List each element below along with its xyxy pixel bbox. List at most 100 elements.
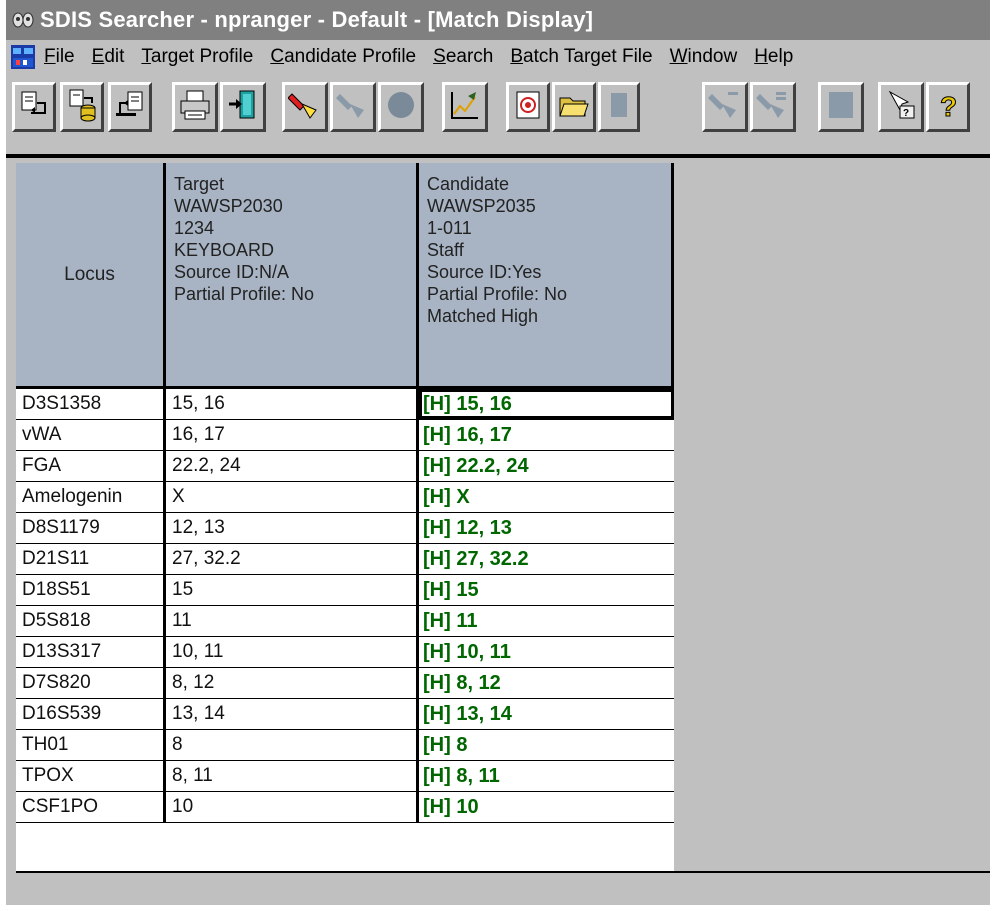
batch-search-disabled-button[interactable] — [702, 82, 748, 132]
table-row[interactable]: D3S1358 15, 16 [H] 15, 16 — [16, 389, 674, 420]
match-grid: Locus Target WAWSP2030 1234 KEYBOARD Sou… — [16, 163, 674, 871]
locus-cell[interactable]: FGA — [16, 451, 166, 481]
target-allele-cell[interactable]: 10, 11 — [166, 637, 419, 667]
target-allele-cell[interactable]: 8, 11 — [166, 761, 419, 791]
candidate-allele-cell[interactable]: [H] 8 — [419, 730, 674, 760]
locus-cell[interactable]: D13S317 — [16, 637, 166, 667]
batch-search2-disabled-button[interactable] — [750, 82, 796, 132]
target-allele-cell[interactable]: 11 — [166, 606, 419, 636]
circle-disabled-button[interactable] — [378, 82, 424, 132]
blank-disabled-button[interactable] — [598, 82, 640, 132]
export-button[interactable] — [108, 82, 152, 132]
title-bar[interactable]: SDIS Searcher - npranger - Default - [Ma… — [6, 0, 990, 40]
pointer-help-icon: ? — [884, 88, 918, 127]
candidate-allele-cell[interactable]: [H] 16, 17 — [419, 420, 674, 450]
locus-cell[interactable]: D8S1179 — [16, 513, 166, 543]
target-allele-cell[interactable]: 8, 12 — [166, 668, 419, 698]
target-allele-cell[interactable]: 22.2, 24 — [166, 451, 419, 481]
candidate-allele-cell[interactable]: [H] 8, 11 — [419, 761, 674, 791]
locus-cell[interactable]: Amelogenin — [16, 482, 166, 512]
page-disabled-icon — [825, 89, 857, 126]
blank-disabled-icon — [606, 90, 632, 125]
open-folder-button[interactable] — [552, 82, 596, 132]
search-flashlight-disabled-button[interactable] — [330, 82, 376, 132]
table-row[interactable]: TPOX 8, 11 [H] 8, 11 — [16, 761, 674, 792]
table-row[interactable]: TH01 8 [H] 8 — [16, 730, 674, 761]
exit-door-icon — [226, 88, 260, 127]
table-row[interactable]: Amelogenin X [H] X — [16, 482, 674, 513]
locus-cell[interactable]: TPOX — [16, 761, 166, 791]
candidate-allele-cell[interactable]: [H] 12, 13 — [419, 513, 674, 543]
target-allele-cell[interactable]: 15, 16 — [166, 389, 419, 419]
table-row[interactable]: D16S539 13, 14 [H] 13, 14 — [16, 699, 674, 730]
search-flashlight-button[interactable] — [282, 82, 328, 132]
candidate-allele-cell[interactable]: [H] 10 — [419, 792, 674, 822]
import-database-button[interactable] — [60, 82, 104, 132]
import-target-button[interactable] — [12, 82, 56, 132]
candidate-allele-cell[interactable]: [H] 22.2, 24 — [419, 451, 674, 481]
locus-column-header[interactable]: Locus — [16, 163, 166, 389]
target-allele-cell[interactable]: 27, 32.2 — [166, 544, 419, 574]
workspace-bottom — [16, 871, 990, 905]
locus-cell[interactable]: D5S818 — [16, 606, 166, 636]
candidate-allele-cell[interactable]: [H] 11 — [419, 606, 674, 636]
table-row[interactable]: D21S11 27, 32.2 [H] 27, 32.2 — [16, 544, 674, 575]
locus-cell[interactable]: vWA — [16, 420, 166, 450]
table-row[interactable]: D13S317 10, 11 [H] 10, 11 — [16, 637, 674, 668]
candidate-allele-cell[interactable]: [H] 13, 14 — [419, 699, 674, 729]
target-allele-cell[interactable]: 15 — [166, 575, 419, 605]
menu-target-profile[interactable]: Target Profile — [141, 46, 253, 68]
target-allele-cell[interactable]: 13, 14 — [166, 699, 419, 729]
table-row[interactable]: D5S818 11 [H] 11 — [16, 606, 674, 637]
target-allele-cell[interactable]: 8 — [166, 730, 419, 760]
table-row[interactable]: vWA 16, 17 [H] 16, 17 — [16, 420, 674, 451]
candidate-column-header[interactable]: Candidate WAWSP2035 1-011 Staff Source I… — [419, 163, 674, 389]
menu-help[interactable]: Help — [754, 46, 793, 68]
candidate-allele-cell[interactable]: [H] 8, 12 — [419, 668, 674, 698]
app-logo-icon — [12, 9, 34, 31]
candidate-allele-cell[interactable]: [H] X — [419, 482, 674, 512]
candidate-allele-cell[interactable]: [H] 15 — [419, 575, 674, 605]
help-button[interactable]: ? — [926, 82, 970, 132]
menu-candidate-profile[interactable]: Candidate Profile — [270, 46, 416, 68]
locus-cell[interactable]: D16S539 — [16, 699, 166, 729]
table-row[interactable]: D18S51 15 [H] 15 — [16, 575, 674, 606]
target-allele-cell[interactable]: 12, 13 — [166, 513, 419, 543]
pointer-help-button[interactable]: ? — [878, 82, 924, 132]
candidate-allele-cell[interactable]: [H] 10, 11 — [419, 637, 674, 667]
menu-file[interactable]: File — [44, 46, 75, 68]
menu-batch-target-file[interactable]: Batch Target File — [510, 46, 652, 68]
target-allele-cell[interactable]: 10 — [166, 792, 419, 822]
chart-draw-button[interactable] — [442, 82, 488, 132]
table-row[interactable]: D7S820 8, 12 [H] 8, 12 — [16, 668, 674, 699]
table-row[interactable]: FGA 22.2, 24 [H] 22.2, 24 — [16, 451, 674, 482]
table-row[interactable]: CSF1PO 10 [H] 10 — [16, 792, 674, 823]
locus-cell[interactable]: D18S51 — [16, 575, 166, 605]
candidate-header-line: Candidate — [427, 174, 510, 194]
target-allele-cell[interactable]: 16, 17 — [166, 420, 419, 450]
candidate-header-line: WAWSP2035 — [427, 196, 536, 216]
locus-cell[interactable]: D7S820 — [16, 668, 166, 698]
svg-text:?: ? — [903, 108, 909, 119]
page-disabled-button[interactable] — [818, 82, 864, 132]
flashlight-disabled-icon — [336, 88, 370, 127]
exit-button[interactable] — [220, 82, 266, 132]
print-button[interactable] — [172, 82, 218, 132]
menu-search[interactable]: Search — [433, 46, 493, 68]
candidate-allele-cell[interactable]: [H] 15, 16 — [419, 389, 674, 419]
flashlight-search-icon — [287, 88, 322, 127]
candidate-allele-cell[interactable]: [H] 27, 32.2 — [419, 544, 674, 574]
document-system-icon[interactable] — [10, 44, 36, 70]
target-button[interactable] — [506, 82, 550, 132]
locus-cell[interactable]: CSF1PO — [16, 792, 166, 822]
locus-cell[interactable]: TH01 — [16, 730, 166, 760]
target-allele-cell[interactable]: X — [166, 482, 419, 512]
candidate-header-line: Matched High — [427, 306, 539, 326]
menu-edit[interactable]: Edit — [92, 46, 125, 68]
locus-cell[interactable]: D21S11 — [16, 544, 166, 574]
table-row[interactable]: D8S1179 12, 13 [H] 12, 13 — [16, 513, 674, 544]
app-window: SDIS Searcher - npranger - Default - [Ma… — [6, 0, 990, 905]
target-column-header[interactable]: Target WAWSP2030 1234 KEYBOARD Source ID… — [166, 163, 419, 389]
locus-cell[interactable]: D3S1358 — [16, 389, 166, 419]
menu-window[interactable]: Window — [670, 46, 738, 68]
